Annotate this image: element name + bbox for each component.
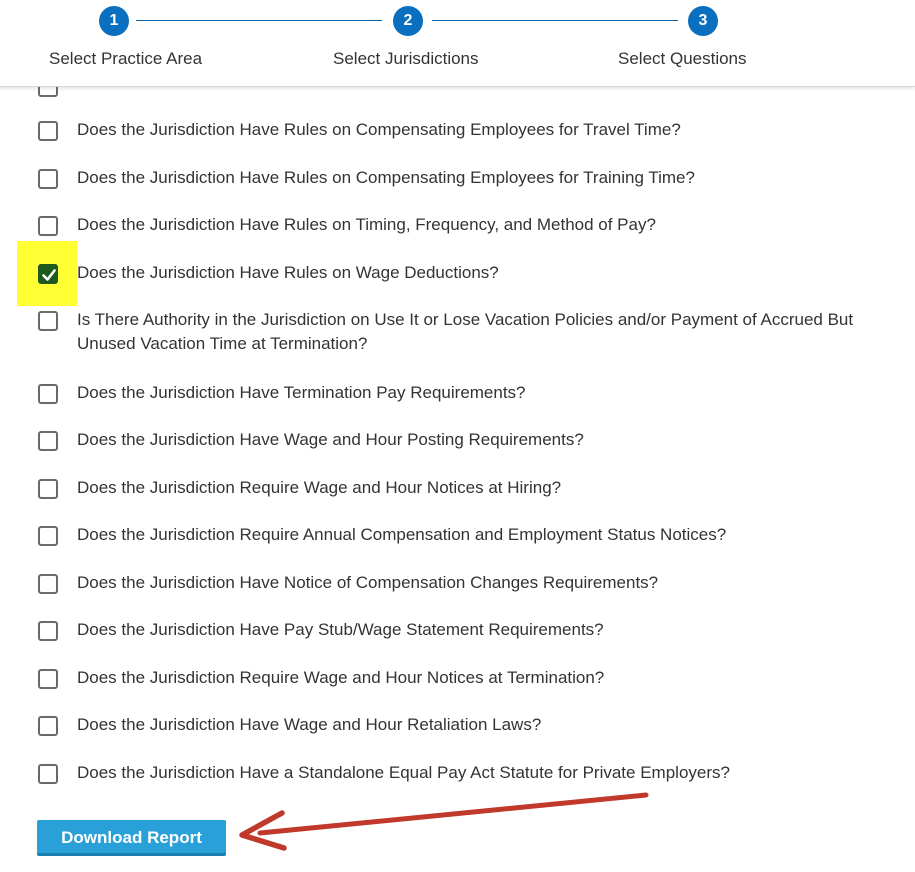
question-checkbox-checked[interactable] xyxy=(38,264,58,284)
download-report-button[interactable]: Download Report xyxy=(37,820,226,856)
question-checkbox[interactable] xyxy=(38,526,58,546)
question-text[interactable]: Does the Jurisdiction Have Rules on Comp… xyxy=(77,118,897,142)
question-text[interactable]: Does the Jurisdiction Require Wage and H… xyxy=(77,476,897,500)
question-checkbox[interactable] xyxy=(38,216,58,236)
question-checkbox[interactable] xyxy=(38,121,58,141)
question-text[interactable]: Does the Jurisdiction Have Rules on Comp… xyxy=(77,166,897,190)
question-checkbox[interactable] xyxy=(38,431,58,451)
question-text[interactable]: Does the Jurisdiction Have Termination P… xyxy=(77,381,897,405)
step-connector xyxy=(136,20,382,21)
question-text[interactable]: Does the Jurisdiction Require Annual Com… xyxy=(77,523,897,547)
question-checkbox[interactable] xyxy=(38,716,58,736)
question-checkbox[interactable] xyxy=(38,169,58,189)
question-text[interactable]: Does the Jurisdiction Have Rules on Wage… xyxy=(77,261,897,285)
question-text[interactable]: Does the Jurisdiction Have Rules on Timi… xyxy=(77,213,897,237)
step-1-label[interactable]: Select Practice Area xyxy=(49,49,202,69)
question-checkbox[interactable] xyxy=(38,574,58,594)
question-checkbox[interactable] xyxy=(38,311,58,331)
step-1-number[interactable]: 1 xyxy=(99,6,129,36)
step-2-number[interactable]: 2 xyxy=(393,6,423,36)
step-3-number[interactable]: 3 xyxy=(688,6,718,36)
step-3-label[interactable]: Select Questions xyxy=(618,49,747,69)
page: 1 2 3 Select Practice Area Select Jurisd… xyxy=(0,0,915,872)
progress-stepper: 1 2 3 Select Practice Area Select Jurisd… xyxy=(0,0,915,87)
question-checkbox[interactable] xyxy=(38,384,58,404)
step-connector xyxy=(432,20,678,21)
question-text[interactable]: Does the Jurisdiction Have a Standalone … xyxy=(77,761,897,785)
question-checkbox[interactable] xyxy=(38,621,58,641)
question-text[interactable]: Is There Authority in the Jurisdiction o… xyxy=(77,308,897,356)
arrow-annotation-icon xyxy=(239,792,649,851)
question-text[interactable]: Does the Jurisdiction Have Wage and Hour… xyxy=(77,428,897,452)
question-checkbox[interactable] xyxy=(38,479,58,499)
question-checkbox[interactable] xyxy=(38,669,58,689)
step-2-label[interactable]: Select Jurisdictions xyxy=(333,49,479,69)
question-text[interactable]: Does the Jurisdiction Require Wage and H… xyxy=(77,666,897,690)
question-checkbox[interactable] xyxy=(38,764,58,784)
checkmark-icon xyxy=(42,269,56,281)
question-text[interactable]: Does the Jurisdiction Have Notice of Com… xyxy=(77,571,897,595)
question-text[interactable]: Does the Jurisdiction Have Pay Stub/Wage… xyxy=(77,618,897,642)
question-text[interactable]: Does the Jurisdiction Have Wage and Hour… xyxy=(77,713,897,737)
